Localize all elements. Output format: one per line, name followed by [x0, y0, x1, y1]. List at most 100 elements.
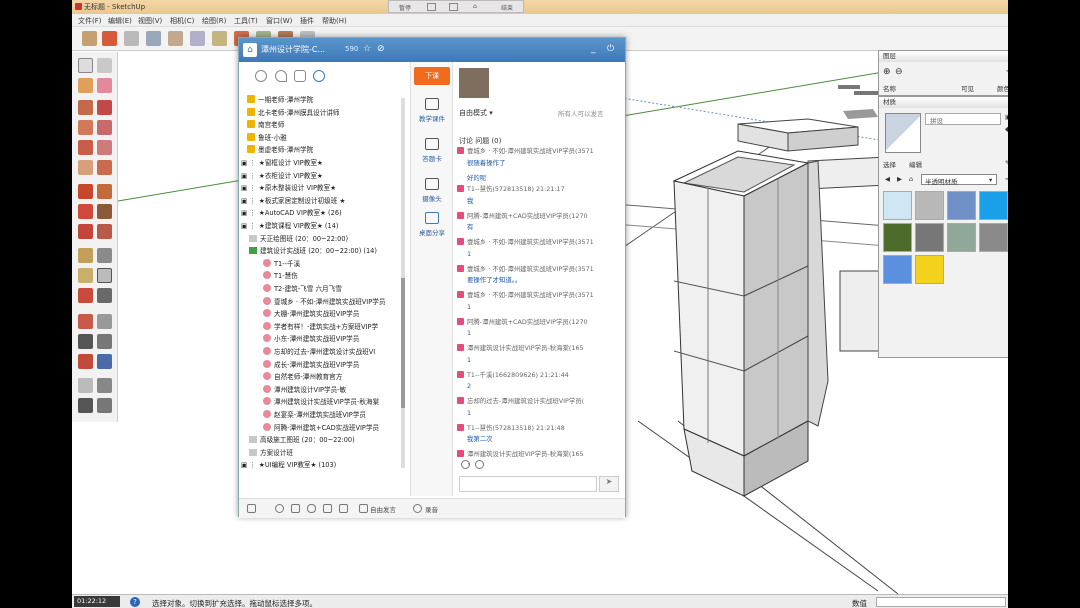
member-tree-row[interactable]: 赵宴栾-潭州建筑实战班VIP学员 — [239, 409, 407, 422]
recorder-end-button[interactable]: 结束 — [501, 3, 513, 12]
swatch-3[interactable] — [947, 191, 976, 220]
position-camera-icon[interactable] — [78, 378, 93, 393]
freehand-icon[interactable] — [97, 140, 112, 155]
zoom-window-icon[interactable] — [97, 334, 112, 349]
search-icon[interactable] — [313, 70, 325, 82]
flower-icon[interactable] — [475, 460, 484, 469]
menu-edit[interactable]: 编辑(E) — [108, 16, 132, 26]
pie-icon[interactable] — [78, 160, 93, 175]
move-icon[interactable] — [168, 31, 183, 46]
home-materials-icon[interactable]: ⌂ — [909, 175, 913, 183]
screen-share-button[interactable]: 桌面分享 — [411, 212, 453, 237]
rotate-icon[interactable] — [190, 31, 205, 46]
back-icon[interactable]: ◀ — [885, 175, 890, 183]
settings-gear-icon[interactable] — [275, 504, 284, 513]
star-icon[interactable]: ☆ — [363, 44, 371, 54]
member-tree-row[interactable]: T1--千溪 — [239, 258, 407, 271]
send-button[interactable]: ➤ — [599, 476, 619, 492]
member-tree-row[interactable]: ▣ ⋮ ★窗框设计 VIP教室★ — [239, 157, 407, 170]
member-tree-row[interactable]: 墨虚老师-潭州学院 — [239, 144, 407, 157]
swatch-7[interactable] — [947, 223, 976, 252]
member-tree-row[interactable]: ▣ ⋮ ★AutoCAD VIP教室★ (26) — [239, 207, 407, 220]
member-tree-row[interactable]: ▣ ⋮ ★建筑课程 VIP教室★ (14) — [239, 220, 407, 233]
library-details-icon[interactable]: ➜ — [1005, 175, 1008, 183]
chat-input[interactable] — [459, 476, 597, 492]
member-tree-row[interactable]: 阿腾-潭州建筑+CAD实战班VIP学员 — [239, 422, 407, 435]
free-speech-icon[interactable] — [359, 504, 368, 513]
swatch-5[interactable] — [883, 223, 912, 252]
material-create-icon[interactable]: ▣ — [1005, 113, 1008, 121]
member-tree-row[interactable]: 鲁班-小雅 — [239, 132, 407, 145]
courseware-button[interactable]: 教学课件 — [411, 98, 453, 123]
record-label[interactable]: 录音 — [425, 504, 438, 514]
recorder-box-icon[interactable] — [427, 3, 436, 11]
follow-me-icon[interactable] — [212, 31, 227, 46]
menu-plugins[interactable]: 插件 — [300, 16, 314, 26]
member-tree-row[interactable]: 自然老师-潭州教育官方 — [239, 371, 407, 384]
tape-icon[interactable] — [124, 31, 139, 46]
location-tab-icon[interactable] — [275, 70, 287, 82]
paint-bucket-icon[interactable] — [78, 78, 93, 93]
look-around-icon[interactable] — [97, 378, 112, 393]
arc-icon[interactable] — [97, 120, 112, 135]
pan-icon[interactable] — [97, 314, 112, 329]
rectangle-icon[interactable] — [78, 100, 93, 115]
scale-tool-icon[interactable] — [78, 224, 93, 239]
eyedropper-icon[interactable]: ✎ — [1005, 159, 1008, 167]
help-icon[interactable]: ? — [130, 597, 140, 607]
tape-tool-icon[interactable] — [78, 248, 93, 263]
move-tool-icon[interactable] — [78, 184, 93, 199]
member-tree-row[interactable]: 潭州建筑设计VIP学员-敏 — [239, 384, 407, 397]
previous-view-icon[interactable] — [97, 354, 112, 369]
recorder-pause-button[interactable]: 暂停 — [399, 3, 411, 12]
swatch-9[interactable] — [883, 255, 912, 284]
member-tree-row[interactable]: 南宫老师 — [239, 119, 407, 132]
circle-icon[interactable] — [78, 120, 93, 135]
emoji-icon[interactable] — [461, 460, 470, 469]
member-tree-row[interactable]: 忘却的过去-潭州建筑设计实战班VI — [239, 346, 407, 359]
offset-tool-icon[interactable] — [97, 224, 112, 239]
swatch-4[interactable] — [979, 191, 1008, 220]
tab-edit[interactable]: 编辑 — [909, 159, 922, 169]
minimize-button[interactable]: _ — [591, 44, 596, 54]
forward-icon[interactable]: ▶ — [897, 175, 902, 183]
swatch-10[interactable] — [915, 255, 944, 284]
menu-draw[interactable]: 绘图(R) — [202, 16, 226, 26]
speaker-icon[interactable] — [291, 504, 300, 513]
select-icon[interactable] — [78, 58, 93, 73]
close-button[interactable]: ⏻ — [607, 44, 614, 54]
pushpull-tool-icon[interactable] — [97, 184, 112, 199]
member-tree-row[interactable]: ▣ ⋮ ★原木整装设计 VIP教室★ — [239, 182, 407, 195]
file-tab-icon[interactable] — [294, 70, 306, 82]
member-tree-row[interactable]: ▣ ⋮ ★UI编程 VIP教室★ (103) — [239, 459, 407, 472]
free-speech-label[interactable]: 自由发言 — [370, 504, 396, 514]
line-icon[interactable] — [97, 100, 112, 115]
member-tree-row[interactable]: 成长-潭州建筑实战班VIP学员 — [239, 359, 407, 372]
upload-icon[interactable] — [323, 504, 332, 513]
text-tool-icon[interactable] — [97, 268, 112, 283]
member-tree-row[interactable]: 学者有样！-建筑实战+方案班VIP学 — [239, 321, 407, 334]
member-tree-row[interactable]: T2-建筑-飞雪 六月飞雪 — [239, 283, 407, 296]
eraser-tool-icon[interactable] — [97, 78, 112, 93]
camera-button[interactable]: 摄像头 — [411, 178, 453, 203]
discussion-tabs[interactable]: 讨论 问题 (0) — [459, 136, 501, 146]
3dtext-icon[interactable] — [97, 288, 112, 303]
member-tree-row[interactable]: ▣ ⋮ ★板式家居定制设计初级班 ★ — [239, 195, 407, 208]
end-class-button[interactable]: 下课 — [414, 67, 450, 85]
swatch-8[interactable] — [979, 223, 1008, 252]
zoom-icon[interactable] — [78, 334, 93, 349]
protractor-icon[interactable] — [78, 268, 93, 283]
remove-layer-icon[interactable]: ⊖ — [895, 67, 903, 77]
walk-icon[interactable] — [78, 398, 93, 413]
member-tree-row[interactable]: 方案设计班 — [239, 447, 407, 460]
speech-mode-dropdown[interactable]: 自由模式 ▾ — [459, 108, 493, 118]
member-tree-row[interactable]: 天正绘图班 (20：00~22:00) — [239, 233, 407, 246]
menu-camera[interactable]: 相机(C) — [170, 16, 194, 26]
microphone-icon[interactable] — [307, 504, 316, 513]
rotate-tool-icon[interactable] — [78, 204, 93, 219]
equalizer-icon[interactable] — [339, 504, 348, 513]
member-tree-row[interactable]: 大棚-潭州建筑实战班VIP学员 — [239, 308, 407, 321]
home-icon[interactable]: ⌂ — [243, 43, 257, 57]
section-plane-icon[interactable] — [97, 398, 112, 413]
swatch-1[interactable] — [883, 191, 912, 220]
